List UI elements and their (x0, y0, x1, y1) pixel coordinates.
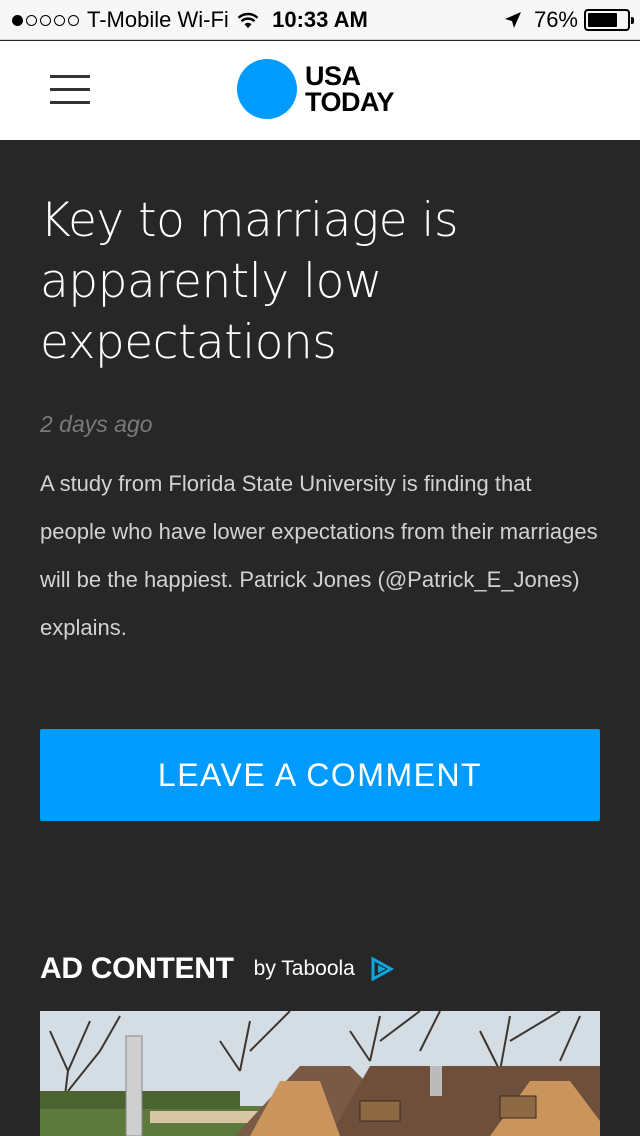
battery-percent: 76% (533, 7, 578, 32)
article-summary: A study from Florida State University is… (40, 471, 598, 640)
battery-icon (584, 9, 634, 31)
ad-image[interactable] (40, 1011, 600, 1136)
status-right: 76% (504, 7, 634, 33)
battery-fill (588, 13, 617, 27)
logo-wordmark: USA TODAY (305, 61, 395, 117)
usa-today-logo[interactable]: USA TODAY (237, 59, 395, 119)
status-bar: T-Mobile Wi-Fi 10:33 AM 76% (0, 0, 640, 40)
logo-circle-icon (237, 59, 297, 119)
ad-content-header: AD CONTENT by Taboola (40, 952, 395, 986)
ad-cabin-image (40, 1011, 600, 1136)
article-headline: Key to marriage is apparently low expect… (40, 193, 458, 370)
location-arrow-icon (504, 12, 521, 28)
article-timestamp: 2 days ago (40, 411, 153, 437)
taboola-logo-icon[interactable] (369, 956, 395, 982)
leave-comment-button[interactable]: LEAVE A COMMENT (40, 729, 600, 821)
article: Key to marriage is apparently low expect… (40, 190, 600, 652)
hamburger-menu-icon[interactable] (50, 75, 90, 107)
site-header: USA TODAY (0, 41, 640, 140)
ad-content-title: AD CONTENT (40, 952, 234, 985)
taboola-attribution[interactable]: by Taboola (254, 957, 355, 981)
